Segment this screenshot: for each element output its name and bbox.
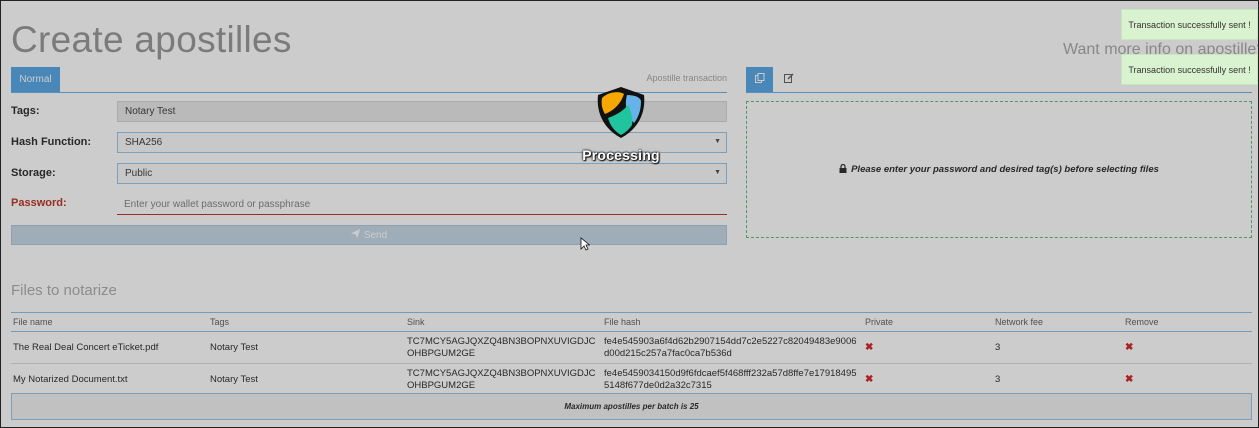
processing-label: Processing: [582, 147, 660, 163]
success-toast[interactable]: Transaction successfully sent !: [1121, 9, 1258, 40]
nem-logo-icon: [597, 87, 645, 138]
success-toast[interactable]: Transaction successfully sent !: [1121, 54, 1258, 85]
processing-overlay: [1, 1, 1258, 427]
mouse-cursor-icon: [580, 237, 591, 256]
processing-indicator: Processing: [576, 85, 666, 163]
app-window: Create apostilles Want more info on apos…: [0, 0, 1259, 428]
